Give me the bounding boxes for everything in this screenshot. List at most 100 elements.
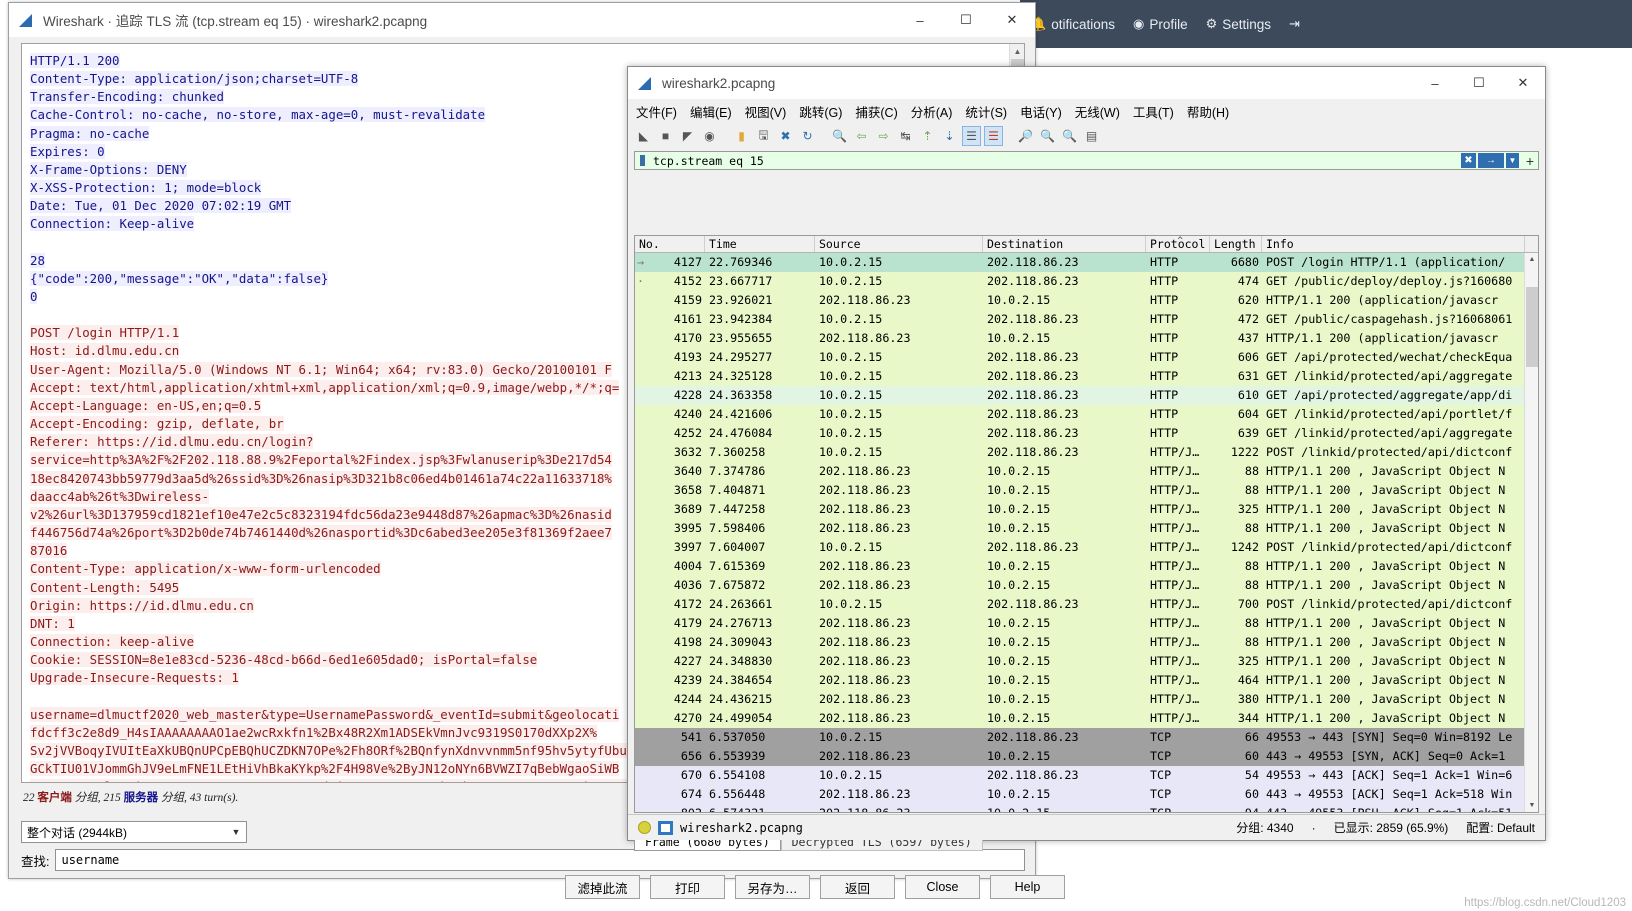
logout-menu-item[interactable]: ⇥ <box>1289 16 1300 32</box>
expert-info-icon[interactable] <box>638 821 651 834</box>
tls-button-1[interactable]: 滤掉此流 <box>565 875 640 899</box>
column-header-destination[interactable]: Destination <box>983 236 1146 252</box>
column-header-protocol[interactable]: ^ Protocol <box>1146 236 1210 252</box>
notifications-menu-item[interactable]: 🔔 otifications <box>1030 16 1115 32</box>
table-row[interactable]: 656 6.553939 202.118.86.23 10.0.2.15 TCP 60 44… <box>635 747 1538 766</box>
menu-item-8[interactable]: 电话(Y) <box>1020 102 1062 121</box>
capture-file-properties-icon[interactable] <box>658 820 673 835</box>
table-row[interactable]: 4228 24.363358 10.0.2.15 202.118.86.23 HTTP 6… <box>635 386 1538 405</box>
packet-list-vertical-scrollbar[interactable]: ▲ ▼ <box>1524 253 1538 812</box>
table-row[interactable]: 4240 24.421606 10.0.2.15 202.118.86.23 HTTP 6… <box>635 405 1538 424</box>
menu-item-3[interactable]: 视图(V) <box>745 102 787 121</box>
tls-scroll-up-arrow[interactable]: ▲ <box>1010 44 1024 59</box>
column-header-time[interactable]: Time <box>705 236 815 252</box>
restart-capture-icon[interactable]: ◤ <box>678 126 697 146</box>
go-forward-icon[interactable]: ⇨ <box>874 126 893 146</box>
table-row[interactable]: 541 6.537050 10.0.2.15 202.118.86.23 TCP 66 49… <box>635 728 1538 747</box>
reload-file-icon[interactable]: ↻ <box>798 126 817 146</box>
table-row[interactable]: 3658 7.404871 202.118.86.23 10.0.2.15 HTTP/J… <box>635 481 1538 500</box>
table-row[interactable]: 4004 7.615369 202.118.86.23 10.0.2.15 HTTP/J… <box>635 557 1538 576</box>
table-row[interactable]: · 4152 23.667717 10.0.2.15 202.118.86.23 HTTP… <box>635 272 1538 291</box>
menu-item-10[interactable]: 工具(T) <box>1133 102 1174 121</box>
go-to-packet-icon[interactable]: ↹ <box>896 126 915 146</box>
wireshark-titlebar[interactable]: wireshark2.pcapng – ☐ ✕ <box>628 67 1545 99</box>
open-file-icon[interactable]: ▮ <box>732 126 751 146</box>
table-row[interactable]: 4170 23.955655 202.118.86.23 10.0.2.15 HTTP 4… <box>635 329 1538 348</box>
clear-filter-icon[interactable]: ✖ <box>1461 153 1476 168</box>
tls-close-button[interactable]: ✕ <box>989 3 1035 37</box>
go-last-packet-icon[interactable]: ⇣ <box>940 126 959 146</box>
tls-button-4[interactable]: 返回 <box>820 875 895 899</box>
tls-button-2[interactable]: 打印 <box>650 875 725 899</box>
table-row[interactable]: 4193 24.295277 10.0.2.15 202.118.86.23 HTTP 6… <box>635 348 1538 367</box>
save-file-icon[interactable]: 🖫 <box>754 126 773 146</box>
bookmark-icon[interactable] <box>635 152 649 169</box>
table-row[interactable]: 674 6.556448 202.118.86.23 10.0.2.15 TCP 60 44… <box>635 785 1538 804</box>
table-row[interactable]: 802 6.574321 202.118.86.23 10.0.2.15 TCP 94 44… <box>635 804 1538 812</box>
zoom-out-icon[interactable]: 🔍 <box>1038 126 1057 146</box>
table-row[interactable]: 4244 24.436215 202.118.86.23 10.0.2.15 HTTP/… <box>635 690 1538 709</box>
column-header-no[interactable]: No. <box>635 236 705 252</box>
resize-columns-icon[interactable]: ▤ <box>1082 126 1101 146</box>
stop-capture-icon[interactable]: ■ <box>656 126 675 146</box>
profile-menu-item[interactable]: ◉ Profile <box>1133 16 1188 32</box>
colorize-icon[interactable]: ☰ <box>984 126 1003 146</box>
tls-button-5[interactable]: Close <box>905 875 980 899</box>
ws-close-button[interactable]: ✕ <box>1501 67 1545 99</box>
tls-minimize-button[interactable]: – <box>897 3 943 37</box>
table-row[interactable]: 4270 24.499054 202.118.86.23 10.0.2.15 HTTP/… <box>635 709 1538 728</box>
settings-menu-item[interactable]: ⚙ Settings <box>1206 16 1271 32</box>
go-first-packet-icon[interactable]: ⇡ <box>918 126 937 146</box>
table-row[interactable]: 4159 23.926021 202.118.86.23 10.0.2.15 HTTP 6… <box>635 291 1538 310</box>
menu-item-4[interactable]: 跳转(G) <box>799 102 842 121</box>
filter-history-icon[interactable]: ▼ <box>1506 153 1519 168</box>
packet-list-panel[interactable]: No. Time Source Destination ^ Protocol Le… <box>634 235 1539 813</box>
table-row[interactable]: 670 6.554108 10.0.2.15 202.118.86.23 TCP 54 49… <box>635 766 1538 785</box>
table-row[interactable]: 3632 7.360258 10.0.2.15 202.118.86.23 HTTP/J… <box>635 443 1538 462</box>
apply-filter-icon[interactable]: → <box>1478 153 1504 168</box>
table-row[interactable]: 3997 7.604007 10.0.2.15 202.118.86.23 HTTP/J… <box>635 538 1538 557</box>
menu-item-2[interactable]: 编辑(E) <box>690 102 732 121</box>
go-back-icon[interactable]: ⇦ <box>852 126 871 146</box>
tls-maximize-button[interactable]: ☐ <box>943 3 989 37</box>
menu-item-11[interactable]: 帮助(H) <box>1187 102 1229 121</box>
column-header-source[interactable]: Source <box>815 236 983 252</box>
table-row[interactable]: 3640 7.374786 202.118.86.23 10.0.2.15 HTTP/J… <box>635 462 1538 481</box>
table-row[interactable]: → 4127 22.769346 10.0.2.15 202.118.86.23 HTTP… <box>635 253 1538 272</box>
capture-options-icon[interactable]: ◉ <box>700 126 719 146</box>
display-filter-input[interactable]: tcp.stream eq 15 <box>649 153 1461 168</box>
table-row[interactable]: 4227 24.348830 202.118.86.23 10.0.2.15 HTTP/… <box>635 652 1538 671</box>
table-row[interactable]: 4239 24.384654 202.118.86.23 10.0.2.15 HTTP/… <box>635 671 1538 690</box>
packet-scroll-up-arrow[interactable]: ▲ <box>1525 253 1538 266</box>
packet-scroll-thumb[interactable] <box>1526 287 1538 367</box>
menu-item-7[interactable]: 统计(S) <box>965 102 1007 121</box>
table-row[interactable]: 3689 7.447258 202.118.86.23 10.0.2.15 HTTP/J… <box>635 500 1538 519</box>
menu-item-5[interactable]: 捕获(C) <box>855 102 897 121</box>
column-header-length[interactable]: Length <box>1210 236 1262 252</box>
autoscroll-icon[interactable]: ☰ <box>962 126 981 146</box>
ws-minimize-button[interactable]: – <box>1413 67 1457 99</box>
display-filter-bar[interactable]: tcp.stream eq 15 ✖ → ▼ + <box>634 151 1539 170</box>
table-row[interactable]: 4179 24.276713 202.118.86.23 10.0.2.15 HTTP/… <box>635 614 1538 633</box>
close-file-icon[interactable]: ✖ <box>776 126 795 146</box>
menu-item-6[interactable]: 分析(A) <box>911 102 953 121</box>
table-row[interactable]: 4252 24.476084 10.0.2.15 202.118.86.23 HTTP 6… <box>635 424 1538 443</box>
tls-button-6[interactable]: Help <box>990 875 1065 899</box>
column-header-info[interactable]: Info <box>1262 236 1525 252</box>
conversation-select[interactable]: 整个对话 (2944kB) ▼ <box>21 821 247 843</box>
table-row[interactable]: 4198 24.309043 202.118.86.23 10.0.2.15 HTTP/… <box>635 633 1538 652</box>
tls-window-titlebar[interactable]: Wireshark · 追踪 TLS 流 (tcp.stream eq 15) … <box>9 3 1035 37</box>
table-row[interactable]: 4172 24.263661 10.0.2.15 202.118.86.23 HTTP/… <box>635 595 1538 614</box>
table-row[interactable]: 4213 24.325128 10.0.2.15 202.118.86.23 HTTP 6… <box>635 367 1538 386</box>
packet-scroll-down-arrow[interactable]: ▼ <box>1525 799 1538 812</box>
start-capture-icon[interactable]: ◣ <box>634 126 653 146</box>
ws-maximize-button[interactable]: ☐ <box>1457 67 1501 99</box>
zoom-in-icon[interactable]: 🔎 <box>1016 126 1035 146</box>
tls-button-3[interactable]: 另存为… <box>735 875 810 899</box>
add-filter-button-icon[interactable]: + <box>1522 153 1538 169</box>
table-row[interactable]: 4036 7.675872 202.118.86.23 10.0.2.15 HTTP/J… <box>635 576 1538 595</box>
zoom-reset-icon[interactable]: 🔍 <box>1060 126 1079 146</box>
find-input[interactable]: username <box>55 849 1025 871</box>
menu-item-9[interactable]: 无线(W) <box>1075 102 1120 121</box>
find-packet-icon[interactable]: 🔍 <box>830 126 849 146</box>
